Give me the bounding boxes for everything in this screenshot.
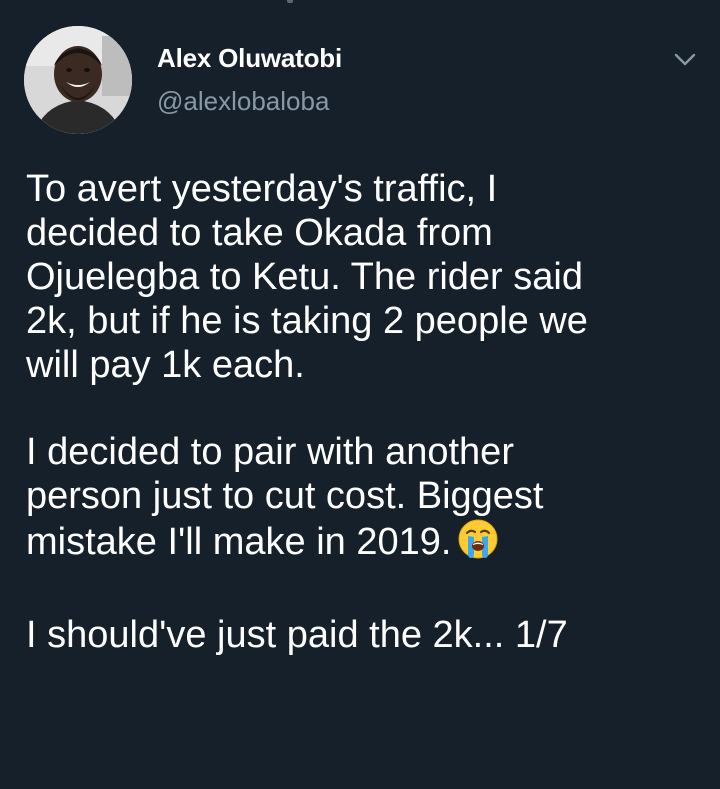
avatar-image xyxy=(24,26,132,134)
tweet-paragraph: To avert yesterday's traffic, I decided … xyxy=(26,168,588,386)
tweet-text: To avert yesterday's traffic, I decided … xyxy=(26,167,706,657)
tweet-paragraph: I should've just paid the 2k... 1/7 xyxy=(26,614,568,656)
loudly-crying-face-icon xyxy=(457,518,499,570)
author-display-name[interactable]: Alex Oluwatobi xyxy=(157,43,342,74)
avatar[interactable] xyxy=(24,26,132,134)
chevron-down-icon[interactable] xyxy=(668,46,702,74)
author-handle[interactable]: @alexlobaloba xyxy=(157,86,329,117)
tweet-header: Alex Oluwatobi @alexlobaloba xyxy=(0,0,720,150)
tweet-paragraph: I decided to pair with another person ju… xyxy=(26,430,706,570)
